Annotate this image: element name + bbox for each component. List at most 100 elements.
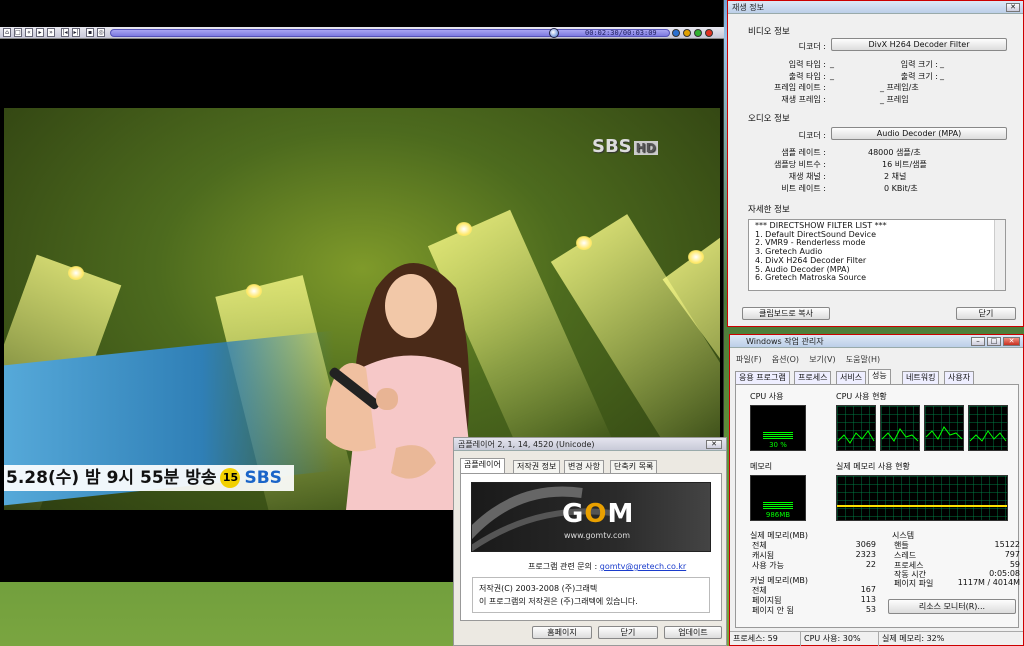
player-toolbar: ⌂ □ « ▸ » |◂ ▸| ▪ ◎ 00:02:30/00:03:09 [0,27,724,39]
tab-processes[interactable]: 프로세스 [794,371,832,384]
menu-help[interactable]: 도움말(H) [846,355,880,364]
tab-copyright[interactable]: 저작권 정보 [513,460,561,473]
forward-icon[interactable]: » [47,28,55,37]
section-detail: 자세한 정보 [748,205,790,215]
age-rating-badge: 15 [220,468,241,488]
gom-website: www.gomtv.com [564,531,631,540]
copyright-line: 저작권(C) 2003-2008 (주)그래텍 [479,584,598,593]
video-decoder-label: 디코더 : [798,42,826,51]
section-video: 비디오 정보 [748,27,790,37]
output-size-label: 출력 크기 : [900,72,938,81]
playback-time: 00:02:30/00:03:09 [585,29,657,37]
resource-monitor-button[interactable]: 리소스 모니터(R)... [888,599,1016,614]
memory-history-graph [836,475,1008,521]
cpu-usage-fill [763,432,793,440]
fullscreen-icon[interactable]: □ [14,28,22,37]
audio-decoder-button[interactable]: Audio Decoder (MPA) [831,127,1007,140]
cpu-usage-value: 30 % [769,441,787,449]
stage-lamp [456,222,472,236]
contact-line: 프로그램 관련 문의 : gomtv@gretech.co.kr [528,561,686,572]
audio-decoder-label: 디코더 : [798,131,826,140]
input-type-label: 입력 타입 : [788,60,826,69]
settings-icon[interactable]: ◎ [97,28,105,37]
close-icon[interactable]: ✕ [1006,3,1020,12]
tab-shortcuts[interactable]: 단축키 목록 [610,460,658,473]
preferences-icon[interactable] [694,29,702,37]
broadcast-ticker: 5.28(수) 밤 9시 55분 방송 15 SBS [4,465,294,491]
status-bar: 프로세스: 59 CPU 사용: 30% 실제 메모리: 32% [730,631,1023,646]
close-button[interactable]: 닫기 [598,626,658,639]
menu-view[interactable]: 보기(V) [809,355,835,364]
sample-rate-value: 48000 샘플/초 [868,148,921,157]
cpu-usage-meter: 30 % [750,405,806,451]
filter-list-box[interactable]: *** DIRECTSHOW FILTER LIST *** 1. Defaul… [748,219,1006,291]
play-icon[interactable]: ▸ [36,28,44,37]
video-decoder-button[interactable]: DivX H264 Decoder Filter [831,38,1007,51]
close-icon[interactable]: ✕ [706,440,722,449]
memory-history-label: 실제 메모리 사용 현황 [836,462,910,471]
status-memory: 실제 메모리: 32% [878,632,944,646]
close-button[interactable]: 닫기 [956,307,1016,320]
maximize-icon[interactable]: □ [987,337,1001,346]
status-cpu: CPU 사용: 30% [800,632,861,646]
frame-rate-label: 프레임 레이트 : [774,83,826,92]
menu-file[interactable]: 파일(F) [736,355,762,364]
tab-applications[interactable]: 응용 프로그램 [735,371,790,384]
memory-history-line [837,505,1007,508]
scrollbar[interactable] [994,220,1005,290]
playback-info-window: 재생 정보 ✕ 비디오 정보 디코더 : DivX H264 Decoder F… [727,0,1024,327]
cpu-history-lines [837,426,1007,444]
copyright-box: 저작권(C) 2003-2008 (주)그래텍 이 프로그램의 저작권은 (주)… [472,577,710,613]
home-icon[interactable]: ⌂ [3,28,11,37]
memory-value: 986MB [765,511,791,519]
bits-label: 샘플당 비트수 : [774,160,826,169]
ticker-logo: SBS [244,468,282,488]
minimize-icon[interactable]: – [971,337,985,346]
bitrate-value: 0 KBit/초 [884,184,918,193]
input-size-label: 입력 크기 : [900,60,938,69]
next-icon[interactable]: ▸| [72,28,80,37]
bits-value: 16 비트/샘플 [882,160,927,169]
frame-rate-value: _ 프레임/초 [880,83,919,92]
stage-lamp [688,250,704,264]
input-type-value: _ [830,59,834,68]
output-size-value: _ [940,71,944,80]
copy-clipboard-button[interactable]: 클립보드로 복사 [742,307,830,320]
tab-networking[interactable]: 네트워킹 [902,371,940,384]
tab-changelog[interactable]: 변경 사항 [564,460,604,473]
tab-services[interactable]: 서비스 [836,371,867,384]
cpu-usage-label: CPU 사용 [750,392,784,401]
play-frames-value: _ 프레임 [880,95,909,104]
tab-performance[interactable]: 성능 [868,369,891,384]
tab-gomplayer[interactable]: 곰플레이어 [460,458,505,473]
close-icon[interactable] [705,29,713,37]
rewind-icon[interactable]: « [25,28,33,37]
output-type-label: 출력 타입 : [788,72,826,81]
close-icon[interactable]: ✕ [1003,337,1020,346]
output-type-value: _ [830,71,834,80]
menu-options[interactable]: 옵션(O) [772,355,799,364]
cpu-history-label: CPU 사용 현황 [836,392,887,401]
playlist-icon[interactable] [672,29,680,37]
contact-label: 프로그램 관련 문의 : [528,562,598,571]
skip-icon[interactable]: ▪ [86,28,94,37]
hd-badge: HD [633,141,658,155]
tab-users[interactable]: 사용자 [944,371,975,384]
memory-meter: 986MB [750,475,806,521]
contact-email-link[interactable]: gomtv@gretech.co.kr [600,562,686,571]
stage-lamp [68,266,84,280]
prev-icon[interactable]: |◂ [61,28,69,37]
stat-row: 페이지 파일 1117M / 4014M [894,578,1020,588]
stage-lamp [246,284,262,298]
sample-rate-label: 샘플 레이트 : [781,148,826,157]
channels-label: 재생 채널 : [788,172,826,181]
control-panel-icon[interactable] [683,29,691,37]
update-button[interactable]: 업데이트 [664,626,722,639]
task-manager-window: Windows 작업 관리자 – □ ✕ 파일(F) 옵션(O) 보기(V) 도… [729,334,1024,646]
menu-bar: 파일(F) 옵션(O) 보기(V) 도움말(H) [736,354,880,365]
about-dialog: 곰플레이어 2, 1, 14, 4520 (Unicode) ✕ 곰플레이어 저… [453,437,727,646]
memory-fill [763,501,793,510]
homepage-button[interactable]: 홈페이지 [532,626,592,639]
channels-value: 2 채널 [884,172,907,181]
memory-label: 메모리 [750,462,773,471]
